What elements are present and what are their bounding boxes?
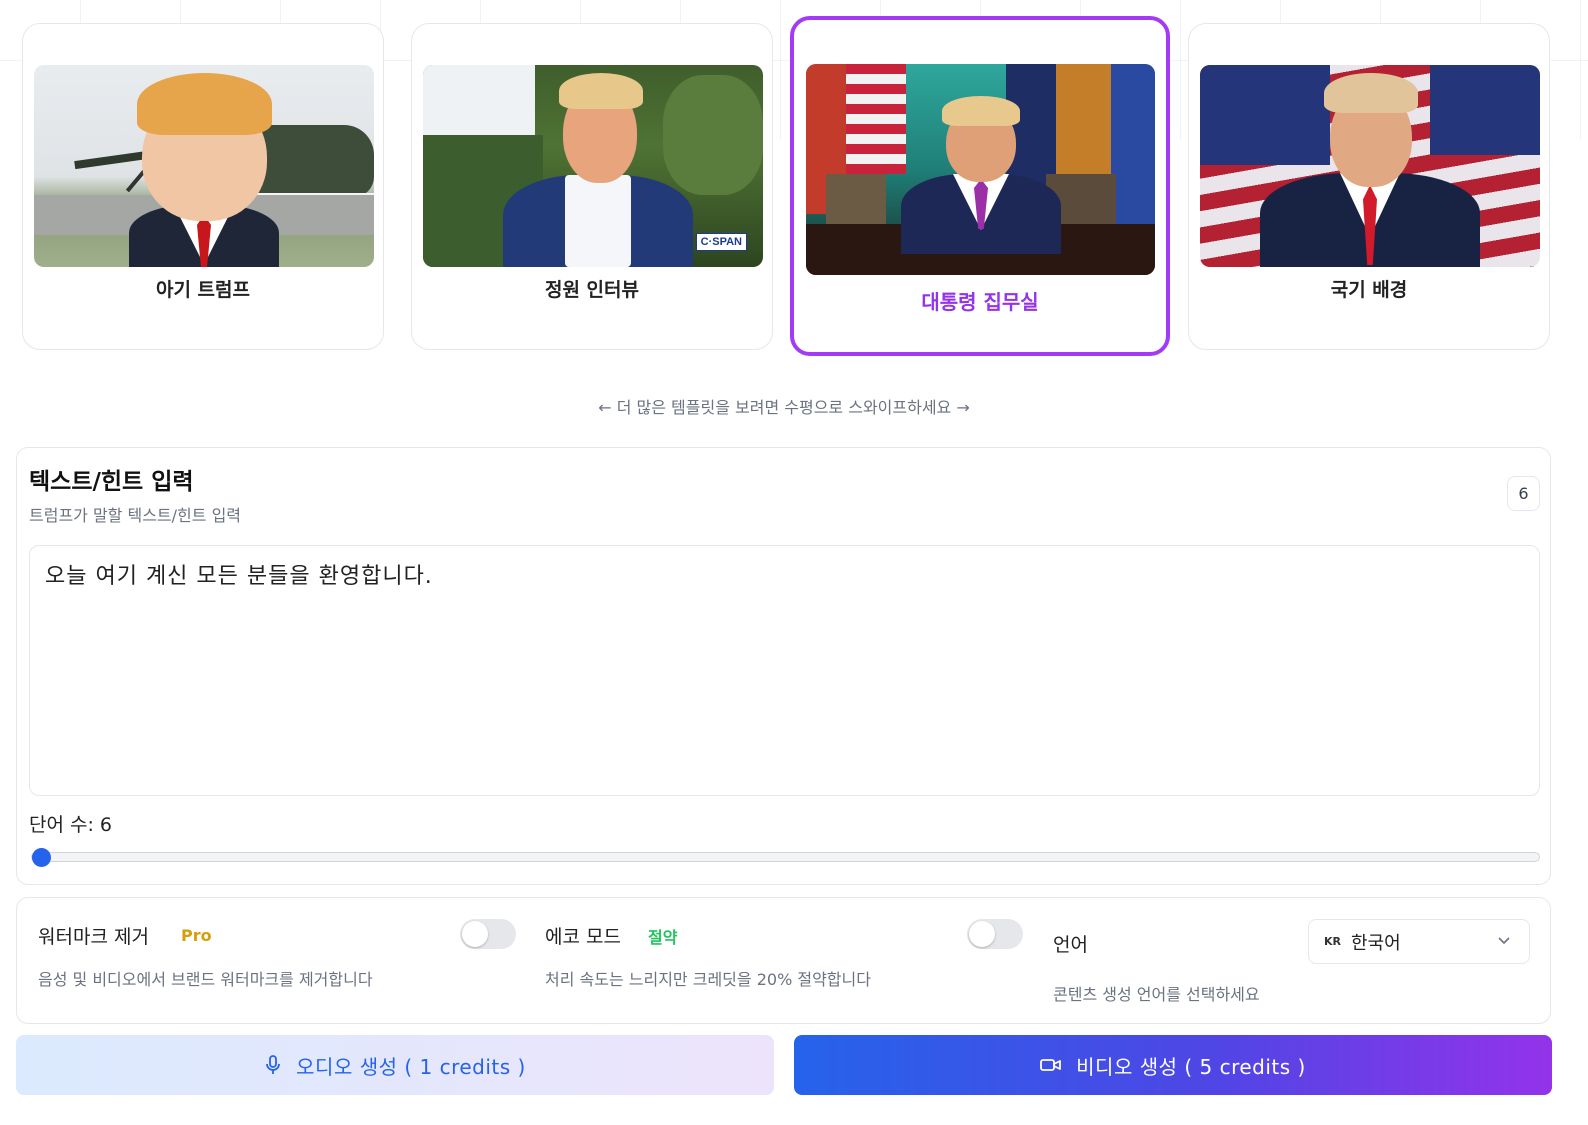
- eco-mode-title: 에코 모드: [545, 926, 621, 948]
- video-camera-icon: [1040, 1059, 1062, 1071]
- video-button-label: 비디오 생성 ( 5 credits ): [1076, 1054, 1306, 1079]
- template-thumbnail-oval-office: [806, 64, 1155, 275]
- toggle-knob: [969, 921, 995, 947]
- watermark-toggle[interactable]: [460, 919, 516, 949]
- language-desc: 콘텐츠 생성 언어를 선택하세요: [1053, 985, 1260, 1004]
- language-select[interactable]: KR 한국어: [1308, 919, 1530, 964]
- template-thumbnail-garden: C·SPAN: [423, 65, 763, 267]
- word-count-slider[interactable]: [31, 848, 1540, 867]
- watermark-title: 워터마크 제거: [38, 926, 149, 948]
- pro-tag: Pro: [181, 926, 212, 945]
- eco-mode-toggle[interactable]: [967, 919, 1023, 949]
- audio-button-label: 오디오 생성 ( 1 credits ): [296, 1054, 526, 1079]
- language-selected-value: 한국어: [1351, 932, 1401, 954]
- template-label: 대통령 집무실: [921, 290, 1039, 314]
- saving-tag: 절약: [648, 928, 678, 947]
- chevron-down-icon: [1498, 937, 1510, 945]
- template-card-oval-office[interactable]: 대통령 집무실: [790, 16, 1170, 356]
- panel-title: 텍스트/힌트 입력: [29, 469, 194, 495]
- swipe-hint: ← 더 많은 템플릿을 보려면 수평으로 스와이프하세요 →: [598, 398, 970, 417]
- watermark-desc: 음성 및 비디오에서 브랜드 워터마크를 제거합니다: [38, 970, 373, 989]
- template-label: 국기 배경: [1330, 279, 1408, 301]
- template-thumbnail-baby: [34, 65, 374, 267]
- panel-subtitle: 트럼프가 말할 텍스트/힌트 입력: [29, 506, 242, 525]
- eco-mode-desc: 처리 속도는 느리지만 크레딧을 20% 절약합니다: [545, 970, 871, 989]
- text-input-panel: 텍스트/힌트 입력 트럼프가 말할 텍스트/힌트 입력 6 오늘 여기 계신 모…: [16, 447, 1551, 885]
- template-card-baby[interactable]: 아기 트럼프: [22, 23, 384, 350]
- toggle-knob: [462, 921, 488, 947]
- language-title: 언어: [1053, 934, 1088, 956]
- slider-thumb[interactable]: [32, 848, 52, 867]
- template-card-flag[interactable]: 국기 배경: [1188, 23, 1550, 350]
- mic-icon: [266, 1055, 281, 1074]
- template-label: 정원 인터뷰: [544, 279, 639, 301]
- word-count-label: 단어 수: 6: [29, 814, 113, 836]
- generate-audio-button[interactable]: 오디오 생성 ( 1 credits ): [16, 1035, 774, 1095]
- cspan-logo: C·SPAN: [695, 233, 747, 251]
- template-label: 아기 트럼프: [155, 279, 250, 301]
- script-textarea[interactable]: 오늘 여기 계신 모든 분들을 환영합니다.: [29, 545, 1540, 796]
- word-count-badge: 6: [1507, 476, 1540, 511]
- generate-video-button[interactable]: 비디오 생성 ( 5 credits ): [794, 1035, 1552, 1095]
- template-thumbnail-flag: [1200, 65, 1540, 267]
- template-card-garden[interactable]: C·SPAN 정원 인터뷰: [411, 23, 773, 350]
- flag-kr-icon: KR: [1324, 935, 1341, 948]
- template-carousel[interactable]: 아기 트럼프 C·SPAN 정원 인터뷰 대통령 집무실 국기 배경: [0, 0, 1588, 380]
- options-panel: 워터마크 제거 Pro 음성 및 비디오에서 브랜드 워터마크를 제거합니다 에…: [16, 897, 1551, 1024]
